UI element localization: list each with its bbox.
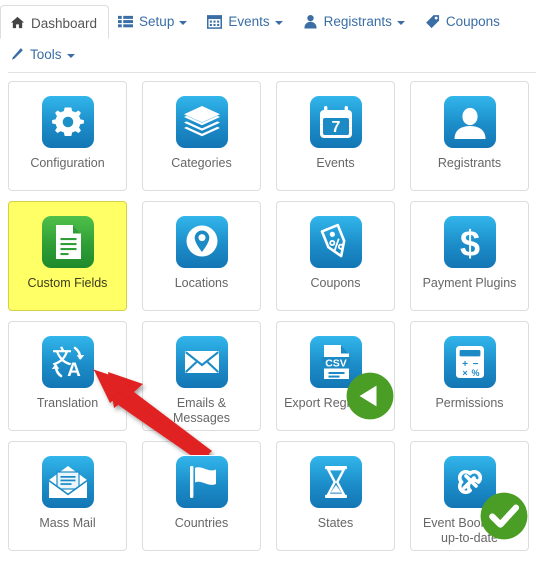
home-icon [10, 15, 25, 30]
open-envelope-icon [41, 456, 94, 508]
chevron-down-icon [66, 54, 75, 59]
nav-item-registrants[interactable]: Registrants [294, 6, 416, 38]
tile-label: Locations [174, 276, 229, 290]
tile-label: Coupons [310, 276, 361, 290]
nav-row-secondary: Tools [0, 39, 544, 72]
tile-label: Configuration [30, 156, 105, 170]
nav-row-primary: Dashboard Setup Events Registrants Coupons [0, 5, 544, 39]
tile-event-booking-is-up-to-date[interactable]: Event Booking is up-to-date [410, 441, 529, 551]
calendar-7-icon: 7 [309, 96, 362, 148]
tile-translation[interactable]: 文 A Translation [8, 321, 127, 431]
tile-coupons[interactable]: Coupons [276, 201, 395, 311]
chevron-down-icon [179, 21, 188, 26]
green-check-badge-icon [478, 490, 527, 540]
tile-label: Translation [36, 396, 99, 410]
nav-item-label: Dashboard [31, 15, 98, 31]
tile-locations[interactable]: Locations [142, 201, 261, 311]
nav-item-dashboard[interactable]: Dashboard [0, 5, 110, 39]
tile-payment-plugins[interactable]: $ Payment Plugins [410, 201, 529, 311]
tile-custom-fields[interactable]: Custom Fields [8, 201, 127, 311]
chevron-down-icon [274, 21, 283, 26]
svg-text:×: × [462, 368, 467, 378]
main-navigation-bar: Dashboard Setup Events Registrants Coupons T… [0, 0, 544, 73]
tile-label: States [317, 516, 354, 530]
tile-mass-mail[interactable]: Mass Mail [8, 441, 127, 551]
percent-tag-icon [309, 216, 362, 268]
tile-categories[interactable]: Categories [142, 81, 261, 191]
calendar-icon [207, 14, 223, 29]
tile-registrants[interactable]: Registrants [410, 81, 529, 191]
tile-configuration[interactable]: Configuration [8, 81, 127, 191]
nav-item-coupons[interactable]: Coupons [416, 6, 511, 38]
tile-row: Custom Fields Locations Coupons $ Payment Pl… [8, 201, 544, 321]
dashboard-tile-grid: Configuration Categories 7 Events Registrant… [0, 73, 544, 561]
tile-export-registrants[interactable]: CSV Export Registrants [276, 321, 395, 431]
svg-text:7: 7 [331, 119, 340, 136]
user-icon [303, 14, 318, 29]
tile-label: Mass Mail [39, 516, 96, 530]
tile-label: Countries [174, 516, 229, 530]
tile-label: Custom Fields [27, 276, 108, 290]
tile-row: 文 A Translation Emails & Messages CSV Export … [8, 321, 544, 441]
nav-item-label: Tools [30, 47, 62, 63]
document-icon [41, 216, 94, 268]
svg-text:CSV: CSV [325, 357, 347, 369]
dollar-icon: $ [443, 216, 496, 268]
calculator-icon: + − ×% [443, 336, 496, 388]
tile-events[interactable]: 7 Events [276, 81, 395, 191]
svg-text:$: $ [459, 223, 479, 264]
csv-file-icon: CSV [309, 336, 393, 420]
chevron-down-icon [396, 21, 405, 26]
tile-label: Permissions [435, 396, 504, 410]
nav-item-label: Registrants [323, 14, 392, 30]
nav-item-label: Coupons [445, 14, 500, 30]
green-left-arrow-badge-icon [344, 370, 393, 420]
tile-label: Categories [171, 156, 232, 170]
svg-text:A: A [67, 360, 81, 381]
tile-label: Registrants [437, 156, 502, 170]
nav-item-tools[interactable]: Tools [0, 39, 86, 71]
person-icon [443, 96, 496, 148]
tile-label: Events [316, 156, 355, 170]
flag-icon [175, 456, 228, 508]
tile-label: Payment Plugins [422, 276, 517, 290]
map-pin-icon [175, 216, 228, 268]
hourglass-icon [309, 456, 362, 508]
joomla-icon [443, 456, 527, 540]
gear-icon [41, 96, 94, 148]
wrench-icon [9, 47, 24, 62]
tile-row: Mass Mail Countries States Event Booking is… [8, 441, 544, 561]
tile-states[interactable]: States [276, 441, 395, 551]
nav-item-events[interactable]: Events [198, 6, 293, 38]
nav-item-label: Events [228, 14, 270, 30]
nav-item-setup[interactable]: Setup [109, 6, 198, 38]
envelope-icon [175, 336, 228, 388]
tag-icon [425, 14, 440, 29]
tile-emails-messages[interactable]: Emails & Messages [142, 321, 261, 431]
tile-label: Emails & Messages [173, 396, 230, 425]
svg-text:%: % [471, 368, 479, 378]
tile-countries[interactable]: Countries [142, 441, 261, 551]
tile-row: Configuration Categories 7 Events Registrant… [8, 81, 544, 201]
list-icon [118, 14, 134, 29]
nav-item-label: Setup [139, 14, 175, 30]
translate-icon: 文A [41, 336, 94, 388]
tile-permissions[interactable]: + − ×% Permissions [410, 321, 529, 431]
layers-icon [175, 96, 228, 148]
